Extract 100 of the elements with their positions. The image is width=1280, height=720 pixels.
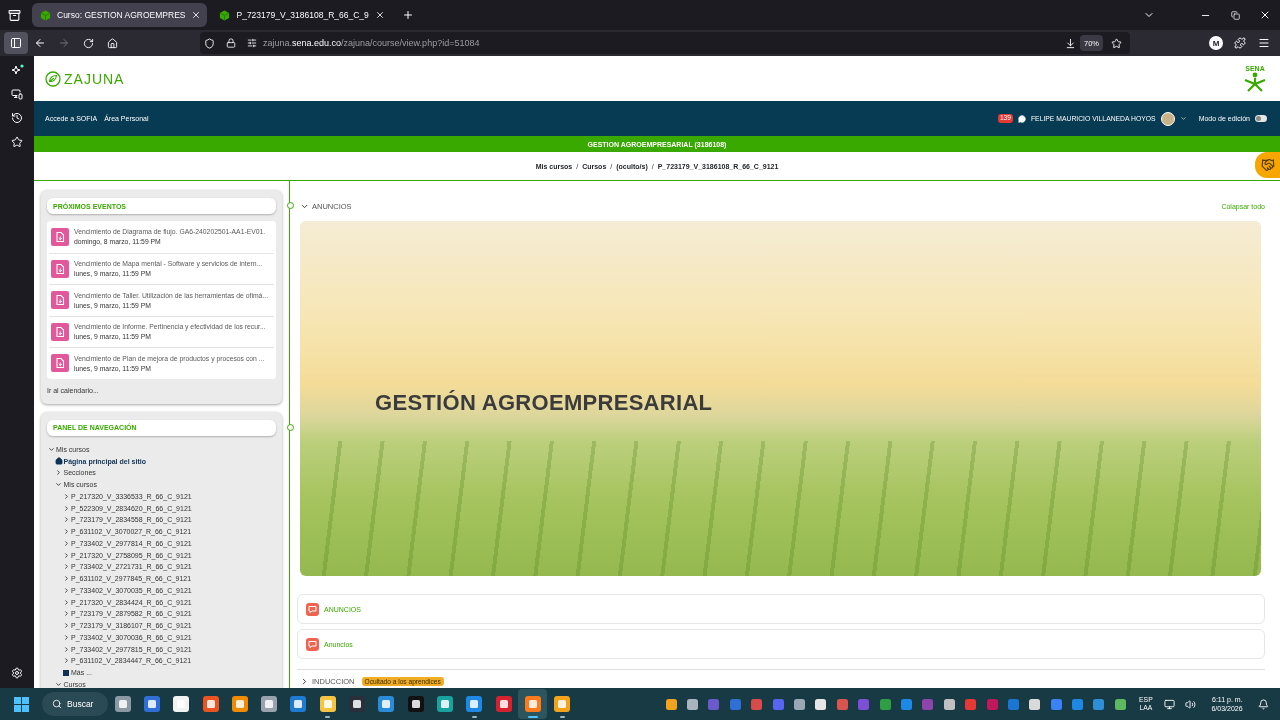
download-icon[interactable] [1065, 37, 1076, 49]
chevron-right-icon[interactable] [62, 539, 70, 547]
shield-icon [204, 37, 215, 49]
chevron-right-icon[interactable] [62, 504, 70, 512]
tray-app-icon [1050, 698, 1062, 710]
edit-mode-toggle[interactable] [1255, 115, 1267, 122]
section-toggle-button[interactable] [300, 676, 309, 686]
close-icon[interactable] [374, 10, 385, 20]
chevron-right-icon[interactable] [55, 469, 62, 477]
chat-bubble-icon [306, 637, 319, 651]
app-icon [436, 696, 453, 712]
tray-app-icon [879, 698, 891, 710]
tray-app-icon [1072, 698, 1084, 710]
running-indicator [527, 716, 538, 718]
chevron-right-icon[interactable] [62, 492, 70, 500]
tray-app-icon [943, 698, 955, 710]
sparkle-icon [10, 63, 24, 77]
tray-app-icon [665, 698, 677, 710]
chevron-right-icon[interactable] [62, 645, 70, 653]
app-icon [349, 696, 365, 712]
chevron-right-icon[interactable] [62, 586, 70, 594]
chat-icon[interactable] [1017, 114, 1026, 123]
restore-icon [1230, 10, 1240, 20]
tray-app-icon [836, 698, 848, 710]
banner-title: GESTIÓN AGROEMPRESARIAL [375, 389, 713, 416]
document-icon [51, 354, 69, 373]
app-icon [554, 696, 571, 712]
plus-icon [401, 9, 414, 21]
account-button[interactable]: M [1204, 32, 1228, 54]
tray-app-icon [965, 698, 977, 710]
chevron-right-icon[interactable] [62, 551, 70, 559]
tray-app-icon [729, 698, 741, 710]
sidebar-icon [10, 37, 22, 49]
app-icon [524, 696, 541, 712]
app-icon [495, 696, 512, 712]
chevron-right-icon[interactable] [62, 610, 70, 618]
home-icon [106, 37, 118, 49]
running-indicator [559, 716, 565, 718]
chevron-right-icon[interactable] [62, 563, 70, 571]
chat-bubble-icon [306, 602, 319, 616]
tray-app-icon [687, 698, 699, 710]
chevron-down-icon[interactable] [55, 680, 62, 688]
chevron-right-icon [300, 676, 309, 686]
document-icon [51, 259, 69, 278]
search-field[interactable]: Buscar [42, 692, 108, 716]
app-icon [202, 696, 219, 712]
app-icon [466, 696, 483, 712]
running-indicator [325, 716, 331, 718]
document-icon [51, 322, 69, 341]
chevron-right-icon[interactable] [62, 633, 70, 641]
sliders-icon [247, 38, 257, 48]
tray-app-icon [794, 698, 805, 710]
handshake-button[interactable] [1255, 152, 1280, 178]
chevron-right-icon[interactable] [62, 598, 70, 606]
sidebar-toggle-button[interactable] [4, 32, 28, 54]
home-icon [54, 457, 63, 466]
speaker-icon [1185, 698, 1197, 710]
tray-app-icon [815, 698, 827, 710]
browser-tab[interactable]: Curso: GESTION AGROEMPRES [32, 3, 208, 27]
tray-app-icon [1114, 698, 1126, 710]
app-icon [290, 696, 307, 712]
app-icon [407, 696, 424, 712]
figure-emblem-icon [1242, 72, 1268, 92]
browser-tab[interactable]: P_723179_V_3186108_R_66_C_9 [211, 3, 391, 27]
cube-icon [219, 9, 231, 21]
taskbar-app-button[interactable] [518, 689, 548, 719]
tray-app-icon [986, 698, 998, 710]
chevron-right-icon[interactable] [62, 528, 70, 536]
chevron-down-icon[interactable] [47, 445, 55, 453]
tray-app-icon [1029, 698, 1041, 710]
reload-icon [82, 37, 94, 49]
history-icon [11, 112, 23, 124]
tray-app-icon [772, 698, 784, 710]
tray-app-icon [1093, 698, 1105, 710]
arrow-left-icon [34, 37, 46, 49]
app-icon [378, 696, 395, 712]
star-icon[interactable] [1111, 37, 1122, 49]
settings-icon [11, 667, 23, 679]
chevron-right-icon[interactable] [62, 516, 70, 524]
box-icon [7, 8, 21, 22]
leaf-emblem-icon [45, 70, 61, 87]
user-avatar [1160, 111, 1175, 126]
menu-icon [1258, 37, 1270, 49]
chevron-right-icon[interactable] [62, 575, 70, 583]
lock-icon [226, 38, 236, 48]
chevron-down-icon[interactable] [1179, 115, 1187, 122]
square-icon [63, 669, 69, 676]
running-indicator [471, 716, 477, 718]
handshake-icon [1260, 158, 1275, 172]
search-icon [52, 699, 62, 709]
chevron-right-icon[interactable] [62, 657, 70, 665]
app-icon [173, 696, 190, 712]
chevron-right-icon[interactable] [62, 622, 70, 630]
close-icon [1259, 9, 1271, 21]
chevron-down-icon[interactable] [55, 481, 62, 489]
close-icon[interactable] [191, 10, 202, 20]
document-icon [51, 291, 69, 310]
tray-app-icon [708, 698, 720, 710]
bell-icon [1257, 698, 1269, 710]
star-icon [11, 136, 23, 148]
